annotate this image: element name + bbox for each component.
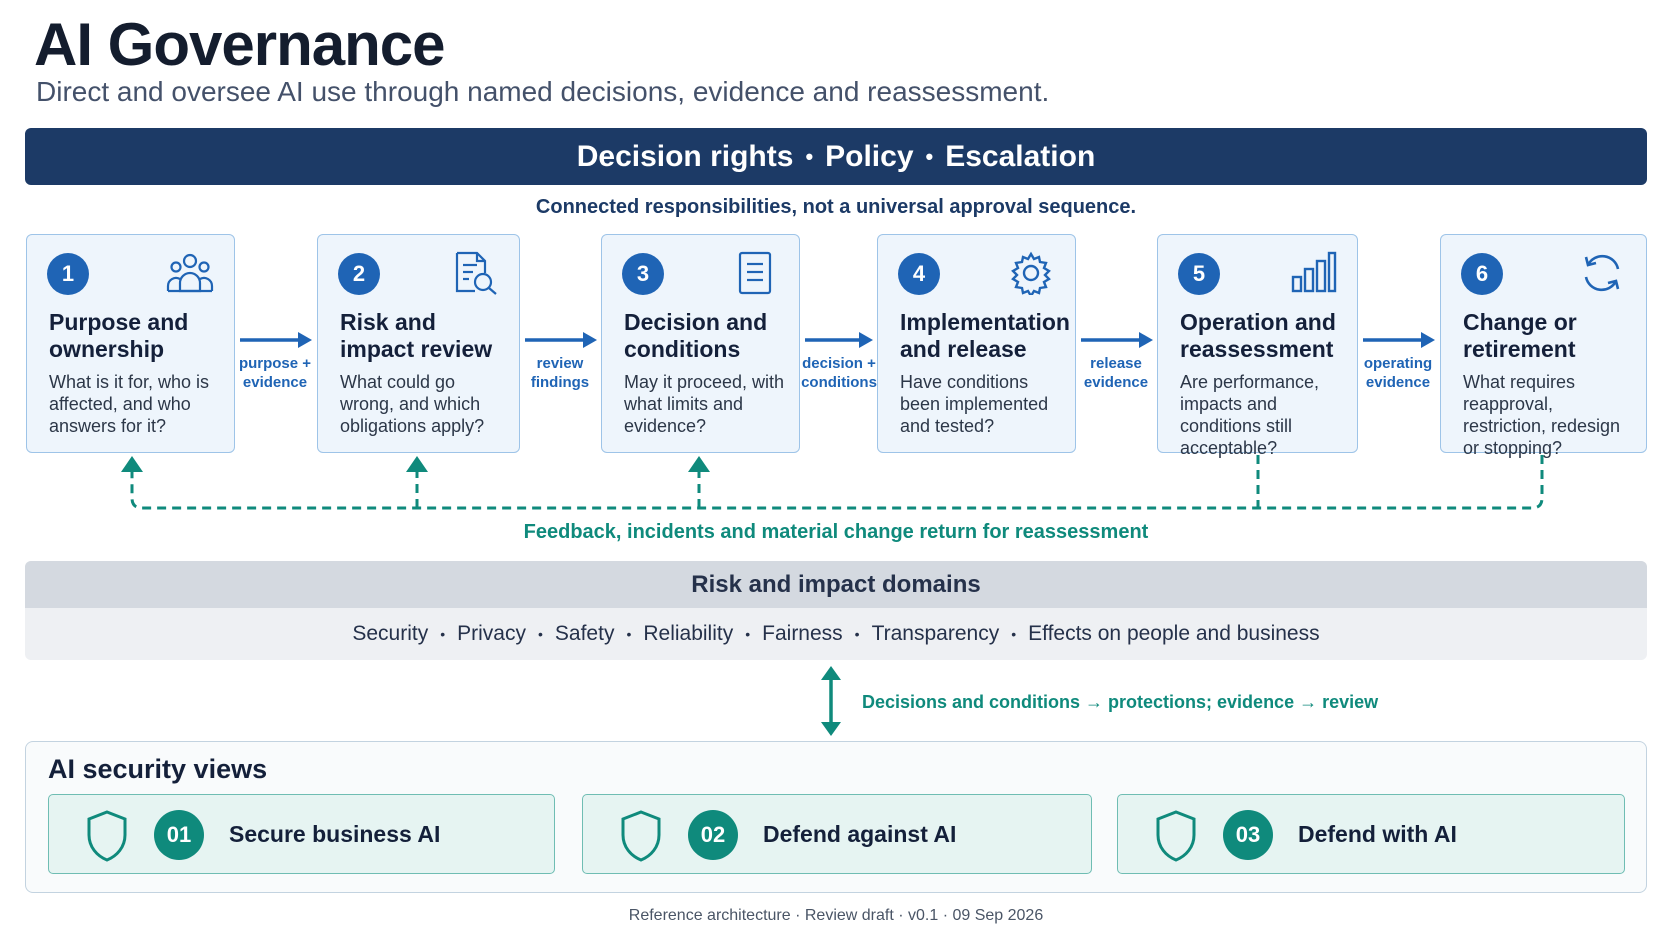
- domain-separator: •: [538, 626, 543, 642]
- step-description: May it proceed, with what limits and evi…: [624, 372, 785, 436]
- feedback-label: Feedback, incidents and material change …: [523, 521, 1149, 543]
- flow-arrow: [240, 332, 312, 348]
- step-title: Operation and reassessment: [1180, 309, 1336, 362]
- security-view-card: 01 Secure business AI: [48, 794, 555, 874]
- step-title: Change or retirement: [1463, 309, 1577, 362]
- step-card-decision: 3 Decision and conditions May it proceed…: [601, 234, 800, 453]
- step-description: Are performance, impacts and conditions …: [1180, 372, 1320, 458]
- step-number-badge: 6: [1461, 253, 1503, 295]
- document-icon: [738, 251, 772, 295]
- people-icon: [166, 253, 214, 293]
- connector-label: purpose + evidence: [238, 355, 312, 391]
- banner-separator: •: [925, 143, 934, 169]
- step-title: Implementation and release: [900, 309, 1070, 362]
- shield-icon: [621, 810, 661, 862]
- security-views-panel: AI security views 01 Secure business AI …: [25, 741, 1647, 893]
- banner-item-policy: Policy: [825, 139, 914, 173]
- step-description: What is it for, who is affected, and who…: [49, 372, 210, 436]
- view-number-badge: 03: [1223, 810, 1273, 860]
- shield-icon: [87, 810, 127, 862]
- connector-label: decision + conditions: [801, 355, 877, 391]
- domain-item: Fairness: [762, 622, 843, 645]
- page-subtitle: Direct and oversee AI use through named …: [36, 76, 1050, 107]
- footer-note: Reference architecture · Review draft · …: [628, 907, 1044, 924]
- bidirectional-arrow: [821, 666, 841, 736]
- page-title: AI Governance: [34, 11, 445, 78]
- banner-separator: •: [805, 143, 814, 169]
- flow-arrow: [1081, 332, 1153, 348]
- view-number-badge: 02: [688, 810, 738, 860]
- banner-item-escalation: Escalation: [945, 139, 1096, 173]
- domain-separator: •: [854, 626, 860, 642]
- domain-item: Reliability: [643, 622, 734, 645]
- connector-label: operating evidence: [1363, 355, 1433, 391]
- view-label: Secure business AI: [229, 821, 441, 847]
- document-search-icon: [455, 251, 497, 295]
- step-description: What requires reapproval, restriction, r…: [1463, 372, 1621, 458]
- security-view-card: 02 Defend against AI: [582, 794, 1092, 874]
- security-view-card: 03 Defend with AI: [1117, 794, 1625, 874]
- risk-domains-panel: Risk and impact domains Security • Priva…: [25, 561, 1647, 660]
- refresh-icon: [1584, 254, 1620, 292]
- risk-domains-list: Security • Privacy • Safety • Reliabilit…: [25, 608, 1647, 660]
- risk-domains-heading: Risk and impact domains: [25, 561, 1647, 608]
- step-title: Purpose and ownership: [49, 309, 189, 362]
- step-number-badge: 4: [898, 253, 940, 295]
- view-number-badge: 01: [154, 810, 204, 860]
- flow-arrow: [1363, 332, 1435, 348]
- connector-label: release evidence: [1083, 355, 1149, 391]
- view-label: Defend with AI: [1298, 821, 1457, 847]
- domain-item: Safety: [554, 622, 615, 645]
- security-views-heading: AI security views: [48, 754, 268, 784]
- step-description: Have conditions been implemented and tes…: [900, 372, 1049, 436]
- connector-label: review findings: [530, 355, 590, 391]
- domain-separator: •: [626, 626, 632, 642]
- domain-separator: •: [440, 626, 446, 642]
- step-card-purpose: 1 Purpose and ownership What is it for, …: [26, 234, 235, 453]
- flow-note: Connected responsibilities, not a univer…: [535, 196, 1137, 218]
- step-title: Risk and impact review: [340, 309, 493, 362]
- gear-icon: [1011, 251, 1051, 295]
- flow-arrow: [525, 332, 597, 348]
- link-label: Decisions and conditions → protections; …: [862, 692, 1379, 712]
- step-card-risk-review: 2 Risk and impact review What could go w…: [317, 234, 520, 453]
- governance-banner: Decision rights • Policy • Escalation: [25, 128, 1647, 185]
- step-number-badge: 5: [1178, 253, 1220, 295]
- flow-arrow: [805, 332, 873, 348]
- view-label: Defend against AI: [763, 821, 957, 847]
- domain-item: Privacy: [457, 622, 526, 645]
- step-number-badge: 3: [622, 253, 664, 295]
- domain-item: Security: [352, 622, 429, 645]
- feedback-loop: [121, 455, 1544, 510]
- domain-item: Effects on people and business: [1028, 622, 1320, 645]
- banner-item-decision-rights: Decision rights: [576, 139, 794, 173]
- bar-chart-icon: [1291, 251, 1337, 293]
- domain-item: Transparency: [871, 622, 1000, 645]
- shield-icon: [1156, 810, 1196, 862]
- domain-separator: •: [1011, 626, 1017, 642]
- step-number-badge: 1: [47, 253, 89, 295]
- step-description: What could go wrong, and which obligatio…: [340, 372, 485, 436]
- step-number-badge: 2: [338, 253, 380, 295]
- step-card-operation: 5 Operation and reassessment Are perform…: [1157, 234, 1358, 458]
- step-card-change: 6 Change or retirement What requires rea…: [1440, 234, 1647, 458]
- domain-separator: •: [745, 626, 751, 642]
- step-card-implementation: 4 Implementation and release Have condit…: [877, 234, 1076, 453]
- step-title: Decision and conditions: [624, 309, 768, 362]
